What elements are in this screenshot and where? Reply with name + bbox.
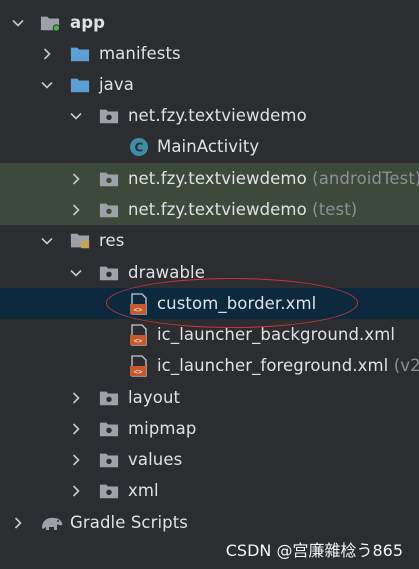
tree-item-java[interactable]: java [0, 69, 419, 100]
svg-text:<>: <> [134, 368, 143, 376]
chevron-right-icon[interactable] [68, 390, 84, 406]
package-icon [99, 169, 119, 189]
gradle-elephant-icon [40, 513, 64, 533]
tree-item-label: net.fzy.textviewdemo (test) [128, 200, 358, 219]
tree-item-label: drawable [128, 263, 205, 282]
tree-item-label: manifests [99, 44, 181, 63]
tree-item-label: res [99, 231, 125, 250]
tree-item-app[interactable]: app [0, 7, 419, 38]
tree-item-label: custom_border.xml [157, 294, 317, 313]
package-icon [99, 106, 119, 126]
chevron-down-icon[interactable] [39, 77, 55, 93]
class-icon: C [129, 137, 149, 157]
source-set-hint: (androidTest) [312, 169, 419, 188]
tree-item-label: xml [128, 481, 159, 500]
tree-item-label: layout [128, 388, 181, 407]
chevron-down-icon[interactable] [10, 15, 26, 31]
watermark: CSDN @宫廉雜棯う865 [225, 541, 403, 560]
chevron-right-icon[interactable] [68, 202, 84, 218]
svg-text:<>: <> [134, 306, 143, 314]
folder-icon [99, 419, 119, 439]
folder-icon [99, 263, 119, 283]
chevron-right-icon[interactable] [10, 515, 26, 531]
tree-item-res[interactable]: res [0, 225, 419, 256]
tree-item-label: ic_launcher_foreground.xml (v24 [157, 350, 419, 381]
chevron-right-icon[interactable] [39, 46, 55, 62]
folder-icon [99, 450, 119, 470]
tree-item-package-main[interactable]: net.fzy.textviewdemo [0, 100, 419, 131]
chevron-down-icon[interactable] [39, 233, 55, 249]
source-folder-icon [70, 75, 90, 95]
chevron-down-icon[interactable] [68, 265, 84, 281]
tree-item-drawable[interactable]: drawable [0, 257, 419, 288]
tree-item-label: app [70, 13, 106, 32]
tree-item-ic-launcher-background-xml[interactable]: <> ic_launcher_background.xml [0, 319, 419, 350]
tree-item-ic-launcher-foreground-xml[interactable]: <> ic_launcher_foreground.xml (v24 [0, 350, 419, 381]
chevron-right-icon[interactable] [68, 483, 84, 499]
tree-item-custom-border-xml[interactable]: <> custom_border.xml [0, 288, 419, 319]
qualifier-hint: (v24 [393, 356, 419, 375]
module-folder-icon [40, 13, 60, 33]
chevron-right-icon[interactable] [68, 452, 84, 468]
tree-item-layout[interactable]: layout [0, 382, 419, 413]
resources-folder-icon [70, 231, 90, 251]
tree-item-label: java [99, 75, 134, 94]
folder-icon [99, 481, 119, 501]
tree-item-label: ic_launcher_background.xml [157, 325, 396, 344]
xml-file-icon: <> [129, 292, 149, 315]
tree-item-main-activity[interactable]: C MainActivity [0, 131, 419, 162]
svg-text:<>: <> [134, 337, 143, 345]
tree-item-package-android-test[interactable]: net.fzy.textviewdemo (androidTest) [0, 163, 419, 194]
chevron-right-icon[interactable] [68, 171, 84, 187]
tree-item-label: MainActivity [157, 137, 260, 156]
tree-item-gradle-scripts[interactable]: Gradle Scripts [0, 507, 419, 538]
tree-item-xml[interactable]: xml [0, 475, 419, 506]
tree-item-package-test[interactable]: net.fzy.textviewdemo (test) [0, 194, 419, 225]
xml-file-icon: <> [129, 354, 149, 377]
chevron-down-icon[interactable] [68, 108, 84, 124]
tree-item-label: Gradle Scripts [70, 513, 188, 532]
tree-item-label: values [128, 450, 183, 469]
svg-text:C: C [135, 140, 144, 154]
folder-icon [99, 388, 119, 408]
source-set-hint: (test) [312, 200, 358, 219]
tree-item-label: mipmap [128, 419, 197, 438]
tree-item-manifests[interactable]: manifests [0, 38, 419, 69]
package-icon [99, 200, 119, 220]
folder-icon [70, 44, 90, 64]
chevron-right-icon[interactable] [68, 421, 84, 437]
xml-file-icon: <> [129, 323, 149, 346]
tree-item-mipmap[interactable]: mipmap [0, 413, 419, 444]
tree-item-label: net.fzy.textviewdemo (androidTest) [128, 163, 419, 194]
tree-item-label: net.fzy.textviewdemo [128, 106, 307, 125]
tree-item-values[interactable]: values [0, 444, 419, 475]
